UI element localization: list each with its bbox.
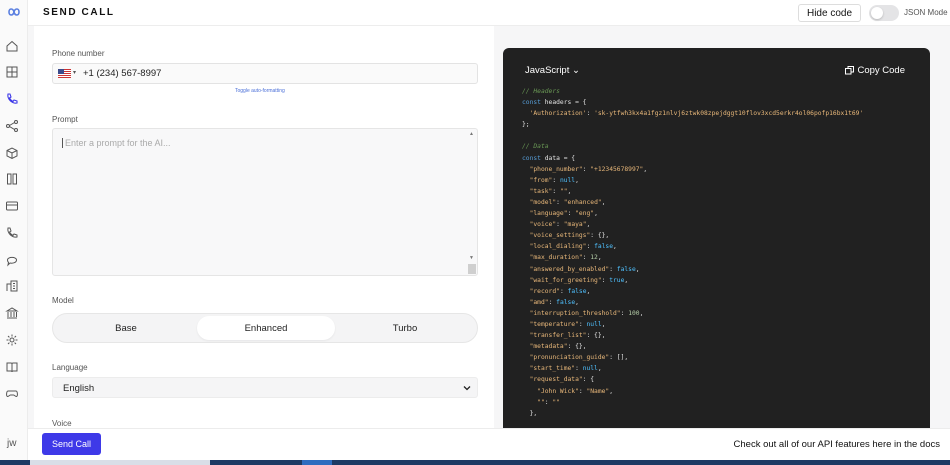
code-line: "from": null,: [529, 176, 579, 184]
bank-icon[interactable]: [5, 306, 19, 320]
phone-outgoing-icon[interactable]: [5, 226, 19, 240]
json-mode-toggle[interactable]: [869, 5, 899, 21]
share-icon[interactable]: [5, 119, 19, 133]
model-option-enhanced[interactable]: Enhanced: [197, 316, 335, 340]
code-line: "pronunciation_guide": [],: [529, 354, 629, 362]
code-line: "metadata": {},: [529, 343, 587, 351]
code-line: "interruption_threshold": 100,: [529, 309, 644, 317]
code-line: "language": "eng",: [529, 210, 598, 218]
footer: Send Call Check out all of our API featu…: [28, 428, 950, 460]
code-line: "model": "enhanced",: [529, 198, 606, 206]
send-call-button[interactable]: Send Call: [42, 433, 101, 455]
code-line: "voice": "maya",: [529, 221, 591, 229]
phone-icon[interactable]: [5, 92, 19, 106]
taskbar: [0, 460, 950, 465]
code-line: "John Wick": "Name",: [537, 387, 614, 395]
language-label: Language: [52, 363, 88, 372]
user-initials[interactable]: jw: [7, 438, 16, 449]
model-option-base[interactable]: Base: [57, 316, 195, 340]
phone-number-input[interactable]: ▾ +1 (234) 567-8997: [52, 63, 478, 84]
chevron-down-icon[interactable]: ▾: [73, 69, 76, 76]
code-line: // Data: [522, 143, 549, 151]
chevron-down-icon: ⌄: [572, 65, 580, 76]
code-panel: JavaScript ⌄ Copy Code // Headers const h…: [503, 48, 930, 428]
phone-number-value: +1 (234) 567-8997: [83, 68, 162, 79]
code-language-select[interactable]: JavaScript ⌄: [525, 65, 580, 76]
code-line: "": "": [537, 398, 560, 406]
language-select[interactable]: English: [52, 377, 478, 398]
code-line: // Headers: [522, 88, 560, 95]
scroll-up-icon[interactable]: ▲: [469, 131, 474, 137]
message-icon[interactable]: [5, 253, 19, 267]
code-line: "transfer_list": {},: [529, 332, 606, 340]
scroll-down-icon[interactable]: ▼: [469, 255, 474, 261]
code-line: const data = {: [522, 154, 576, 162]
code-line: const headers = {: [522, 99, 587, 107]
json-mode-label: JSON Mode: [904, 8, 948, 17]
logo-icon[interactable]: [4, 6, 24, 18]
phone-number-label: Phone number: [52, 49, 105, 58]
language-value: English: [63, 383, 95, 394]
app-window: jw SEND CALL Hide code JSON Mode Phone n…: [0, 0, 950, 465]
code-line: "voice_settings": {},: [529, 232, 610, 240]
docs-link[interactable]: Check out all of our API features here i…: [734, 439, 940, 450]
code-line: };: [522, 121, 530, 129]
code-line: "local_dialing": false,: [529, 243, 617, 251]
prompt-scrollbar[interactable]: ▲ ▼: [468, 130, 476, 274]
chevron-down-icon: [463, 386, 471, 391]
code-line: "wait_for_greeting": true,: [529, 276, 629, 284]
columns-icon[interactable]: [5, 172, 19, 186]
code-line: "temperature": null,: [529, 320, 606, 328]
code-line: 'Authorization': 'sk-ytfwh3kx4a1fgz1nlvj…: [529, 110, 864, 118]
header: SEND CALL Hide code JSON Mode: [28, 0, 950, 26]
us-flag-icon[interactable]: [58, 69, 71, 78]
building-icon[interactable]: [5, 279, 19, 293]
settings-icon[interactable]: [5, 333, 19, 347]
code-line: "answered_by_enabled": false,: [529, 265, 640, 273]
home-icon[interactable]: [5, 39, 19, 53]
code-line: "request_data": {: [529, 376, 595, 384]
code-line: "phone_number": "+12345678997",: [529, 165, 648, 173]
code-line: "task": "",: [529, 187, 572, 195]
page-title: SEND CALL: [43, 7, 115, 18]
card-icon[interactable]: [5, 199, 19, 213]
box-icon[interactable]: [5, 146, 19, 160]
code-language-value: JavaScript: [525, 65, 570, 76]
prompt-label: Prompt: [52, 115, 78, 124]
code-line: "record": false,: [529, 287, 591, 295]
prompt-textarea[interactable]: Enter a prompt for the AI... ▲ ▼: [52, 128, 478, 276]
code-line: },: [522, 409, 538, 417]
voice-label: Voice: [52, 419, 72, 428]
scroll-thumb[interactable]: [468, 264, 476, 274]
copy-icon: [845, 66, 855, 75]
gamepad-icon[interactable]: [5, 386, 19, 400]
model-label: Model: [52, 296, 74, 305]
taskbar-search[interactable]: [30, 460, 210, 465]
code-line: "start_time": null,: [529, 365, 602, 373]
code-line: "max_duration": 12,: [529, 254, 602, 262]
hide-code-button[interactable]: Hide code: [798, 4, 861, 22]
grid-icon[interactable]: [5, 65, 19, 79]
prompt-placeholder: Enter a prompt for the AI...: [62, 138, 171, 148]
book-icon[interactable]: [5, 360, 19, 374]
copy-code-button[interactable]: Copy Code: [845, 65, 905, 76]
model-option-turbo[interactable]: Turbo: [336, 316, 474, 340]
code-line: "amd": false,: [529, 298, 579, 306]
sidebar: jw: [0, 0, 28, 460]
send-call-form: Phone number ▾ +1 (234) 567-8997 Toggle …: [34, 26, 494, 428]
toggle-auto-formatting-link[interactable]: Toggle auto-formatting: [235, 88, 285, 94]
code-block: // Headers const headers = { 'Authorizati…: [522, 86, 863, 419]
model-selector: Base Enhanced Turbo: [52, 313, 478, 343]
taskbar-app[interactable]: [302, 460, 332, 465]
copy-code-label: Copy Code: [857, 65, 905, 76]
